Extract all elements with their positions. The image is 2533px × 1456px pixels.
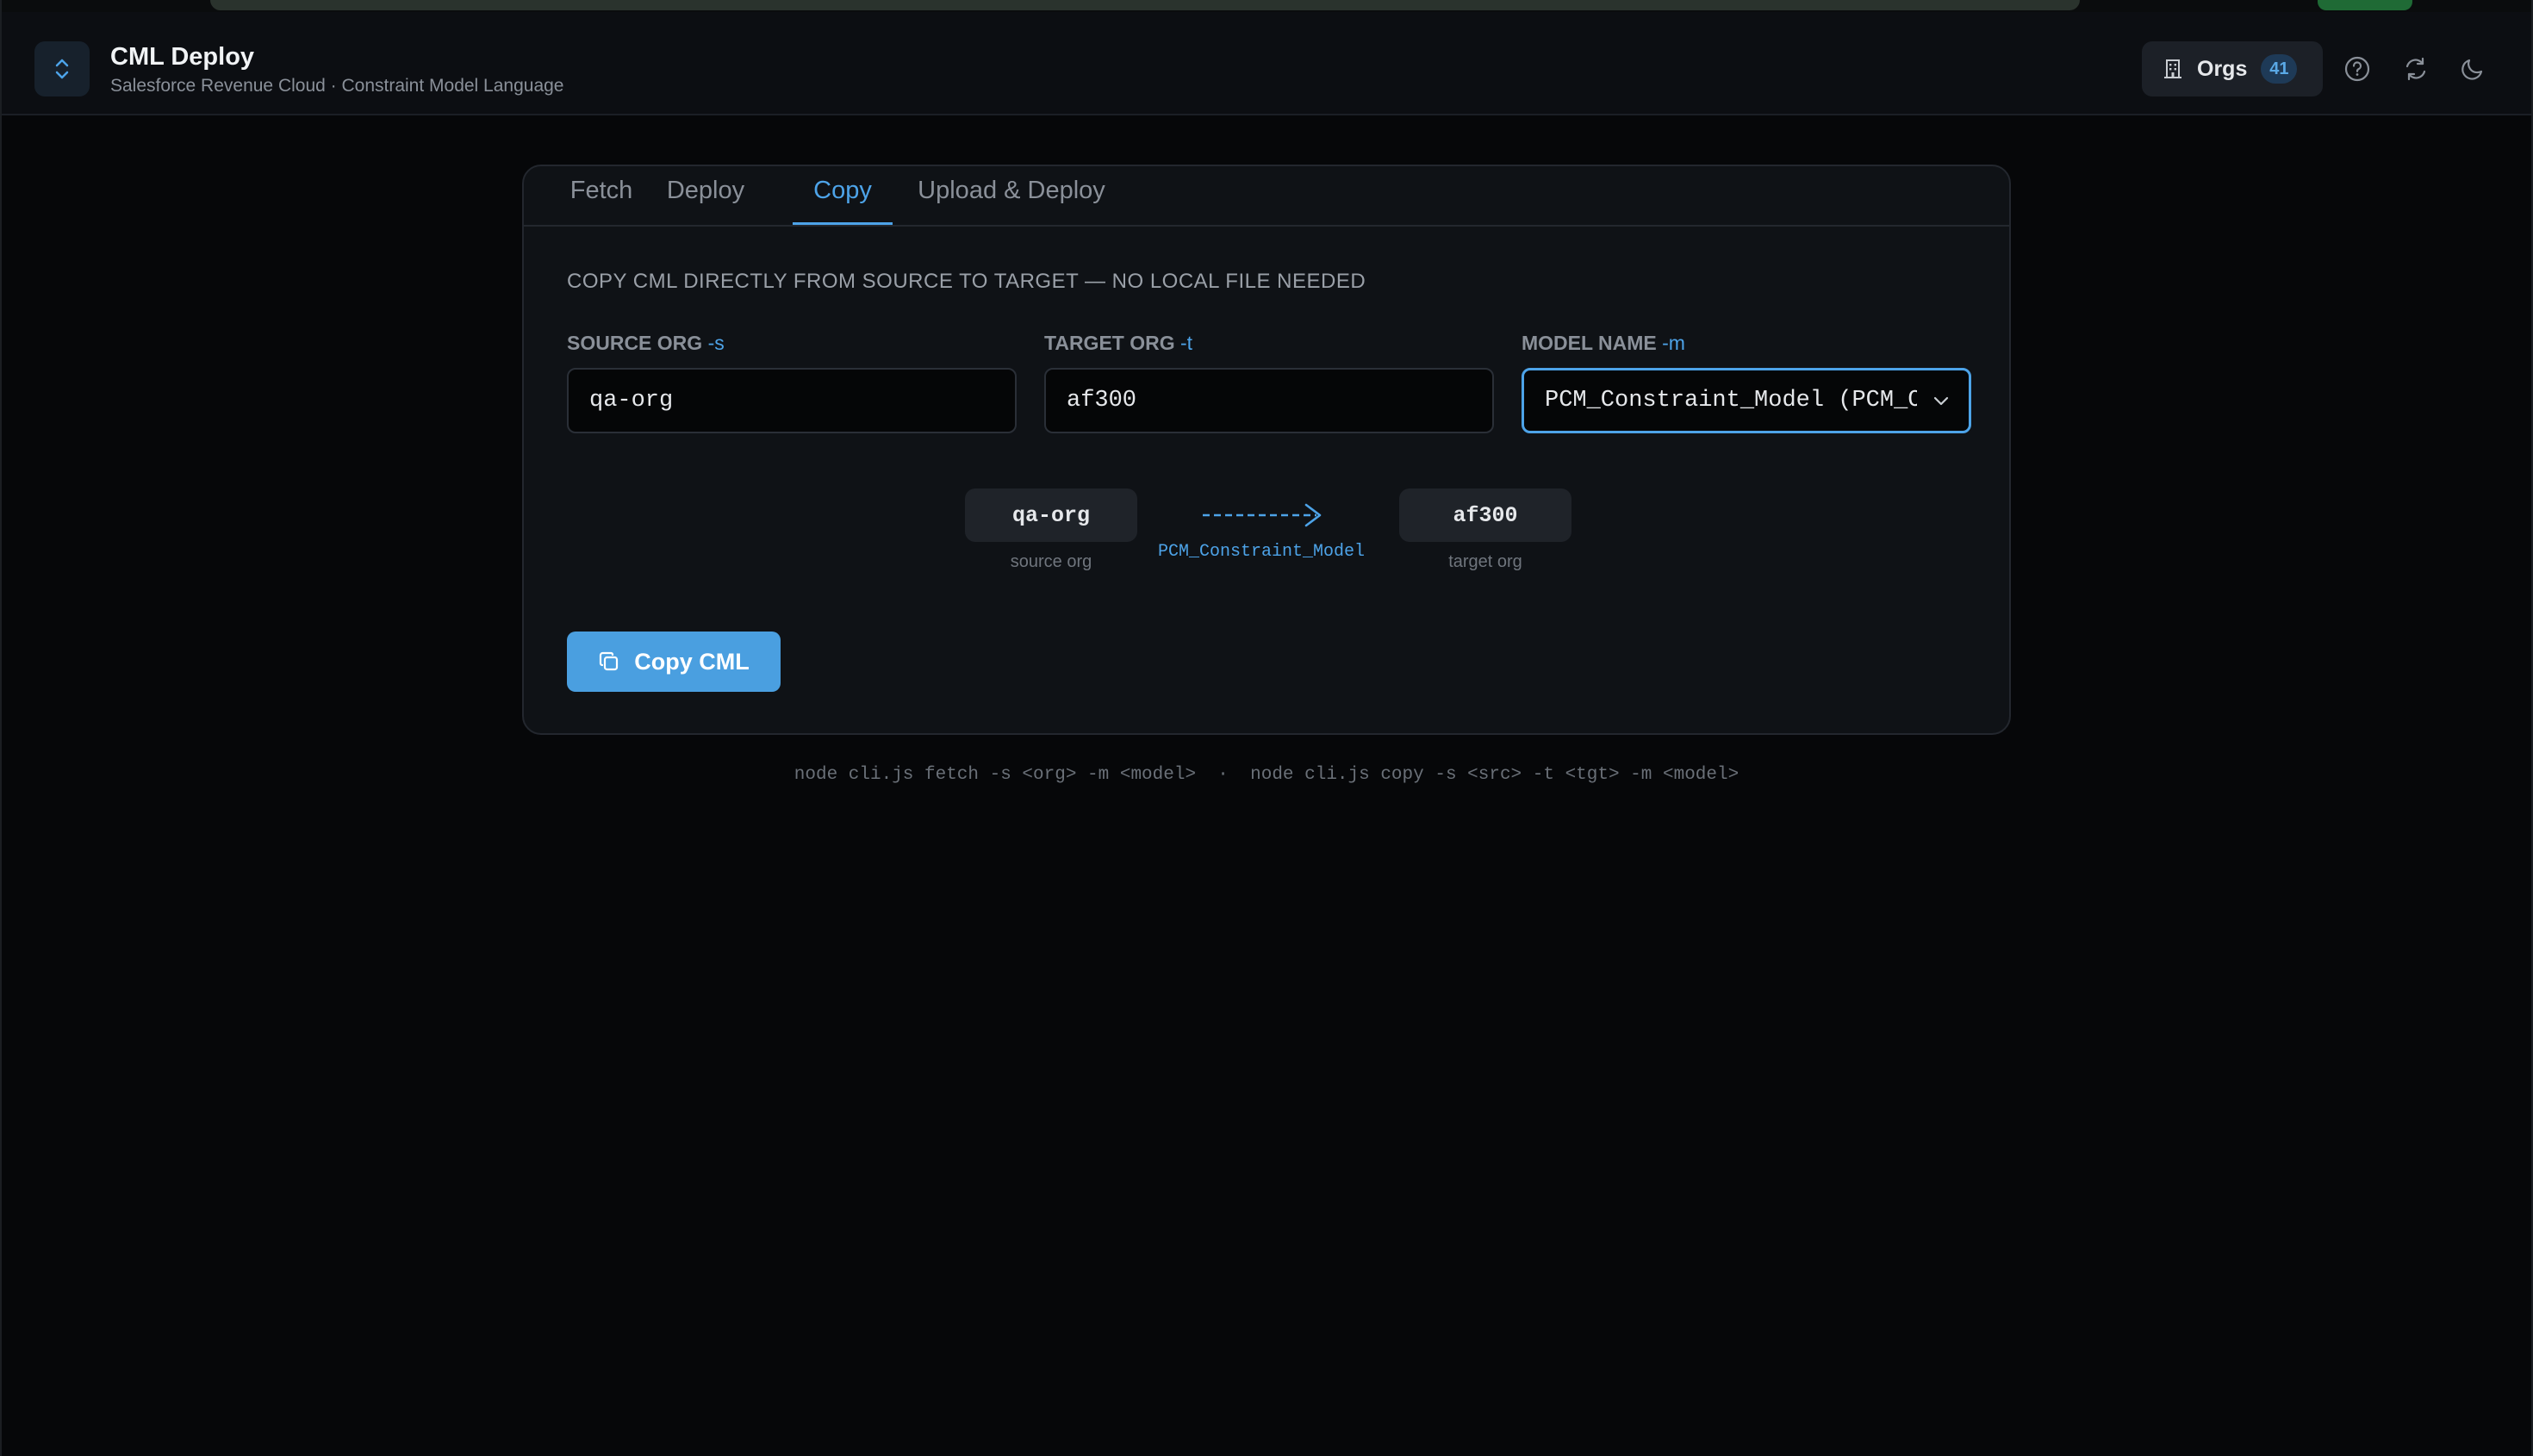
cli-separator: ·	[1217, 765, 1229, 785]
help-icon[interactable]	[2340, 52, 2374, 86]
window-border-left	[0, 0, 2, 1456]
app-logo-icon[interactable]	[34, 41, 90, 96]
copy-cml-button[interactable]: Copy CML	[567, 632, 781, 692]
tab-upload-deploy[interactable]: Upload & Deploy	[908, 177, 1115, 225]
refresh-icon[interactable]	[2399, 52, 2433, 86]
model-name-selected: PCM_Constraint_Model (PCM_Constraint_Mod…	[1545, 388, 1917, 414]
source-org-input[interactable]: qa-org	[567, 368, 1017, 433]
source-org-label: SOURCE ORG -s	[567, 332, 725, 355]
target-org-label: TARGET ORG -t	[1044, 332, 1192, 355]
tab-bar: Fetch Deploy Copy Upload & Deploy	[524, 166, 2009, 227]
orgs-label: Orgs	[2197, 56, 2248, 81]
copy-cml-label: Copy CML	[634, 648, 750, 675]
status-pill	[2318, 0, 2412, 10]
model-name-label: MODEL NAME -m	[1522, 332, 1685, 355]
source-org-chip: qa-org	[965, 488, 1137, 542]
model-name-flag: -m	[1662, 332, 1685, 354]
building-icon	[2164, 59, 2181, 78]
cli-fetch-command: node cli.js fetch -s <org> -m <model>	[794, 765, 1197, 785]
target-org-flag: -t	[1180, 332, 1193, 354]
orgs-button[interactable]: Orgs 41	[2142, 41, 2323, 96]
model-name-select[interactable]: PCM_Constraint_Model (PCM_Constraint_Mod…	[1522, 368, 1971, 433]
tab-copy[interactable]: Copy	[793, 177, 893, 225]
target-org-caption: target org	[1448, 552, 1522, 571]
source-org-flag: -s	[707, 332, 725, 354]
theme-moon-icon[interactable]	[2455, 52, 2490, 86]
flow-arrow-icon	[1203, 503, 1322, 527]
browser-top-strip	[0, 0, 2533, 12]
copy-icon	[600, 651, 619, 671]
source-org-label-text: SOURCE ORG	[567, 332, 703, 354]
address-bar	[210, 0, 2080, 10]
app-subtitle: Salesforce Revenue Cloud · Constraint Mo…	[110, 76, 564, 96]
target-org-chip: af300	[1399, 488, 1571, 542]
target-org-input[interactable]: af300	[1044, 368, 1494, 433]
tab-deploy[interactable]: Deploy	[658, 177, 753, 225]
orgs-count-badge: 41	[2261, 54, 2298, 84]
chevron-down-icon	[1933, 396, 1949, 406]
target-org-label-text: TARGET ORG	[1044, 332, 1175, 354]
app-header: CML Deploy Salesforce Revenue Cloud · Co…	[0, 12, 2533, 115]
model-name-label-text: MODEL NAME	[1522, 332, 1657, 354]
flow-model-name: PCM_Constraint_Model	[1158, 542, 1366, 562]
tab-fetch[interactable]: Fetch	[563, 177, 639, 225]
app-title: CML Deploy	[110, 43, 255, 71]
section-title: COPY CML DIRECTLY FROM SOURCE TO TARGET …	[567, 270, 1366, 293]
main-card: Fetch Deploy Copy Upload & Deploy COPY C…	[522, 165, 2011, 735]
cli-hint: node cli.js fetch -s <org> -m <model> · …	[522, 765, 2011, 785]
source-org-caption: source org	[1010, 552, 1092, 571]
cli-copy-command: node cli.js copy -s <src> -t <tgt> -m <m…	[1250, 765, 1739, 785]
